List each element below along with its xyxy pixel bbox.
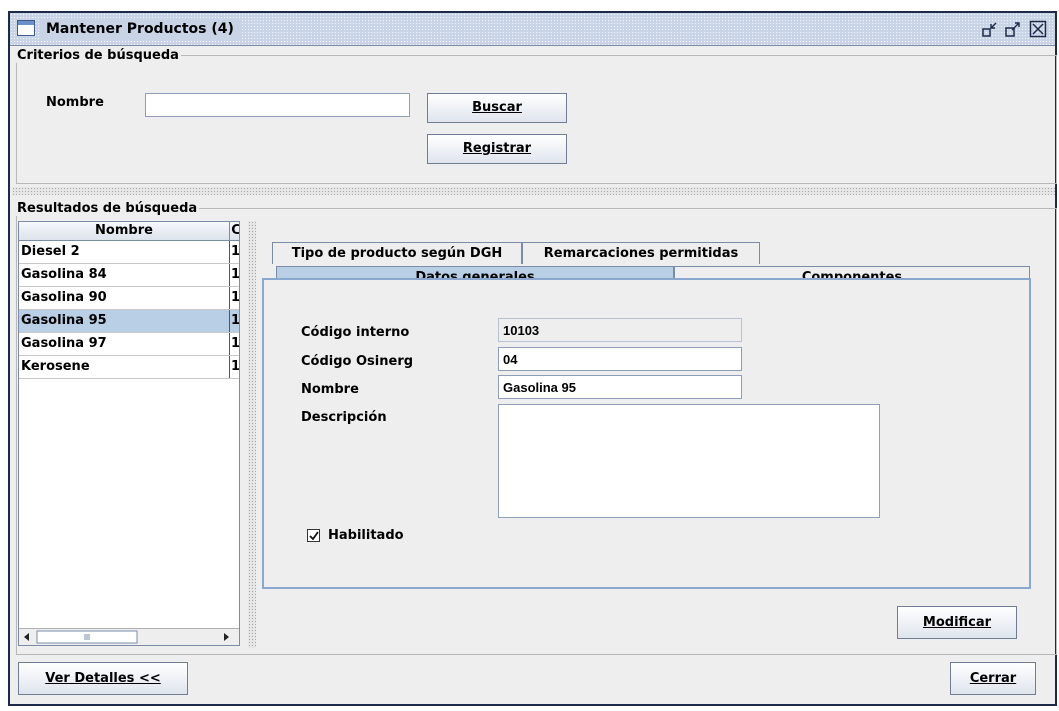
cell-c: 1: [231, 267, 239, 282]
cell-nombre: Kerosene: [21, 359, 90, 374]
maximize-icon[interactable]: [1004, 20, 1022, 38]
descripcion-textarea[interactable]: [498, 404, 880, 518]
scroll-right-arrow[interactable]: [224, 633, 229, 641]
habilitado-checkbox[interactable]: [307, 529, 320, 542]
scrollbar-graphic: [24, 630, 229, 644]
search-results-legend: Resultados de búsqueda: [17, 201, 198, 216]
codigo-osinerg-field[interactable]: [498, 347, 742, 371]
results-table-header: Nombre C: [19, 222, 239, 241]
table-row[interactable]: Kerosene 1: [19, 356, 239, 379]
table-row[interactable]: Gasolina 84 1: [19, 264, 239, 287]
window-title: Mantener Productos (4): [40, 19, 240, 39]
codigo-interno-field: [498, 318, 742, 342]
results-rows: Diesel 21Gasolina 841Gasolina 901Gasolin…: [19, 241, 239, 379]
cell-c: 1: [231, 359, 239, 374]
cerrar-button[interactable]: Cerrar: [950, 662, 1036, 695]
search-name-label: Nombre: [46, 95, 104, 110]
register-button[interactable]: Registrar: [427, 134, 567, 164]
tab-remarcaciones[interactable]: Remarcaciones permitidas: [522, 242, 760, 264]
restore-down-icon[interactable]: [981, 20, 999, 38]
results-table[interactable]: Nombre C Diesel 21Gasolina 841Gasolina 9…: [18, 221, 240, 646]
scroll-left-arrow[interactable]: [24, 633, 29, 641]
nombre-field[interactable]: [498, 375, 742, 399]
column-header-c[interactable]: C: [230, 222, 239, 240]
title-bar[interactable]: Mantener Productos (4): [10, 13, 1055, 46]
cell-c: 1: [231, 336, 239, 351]
descripcion-label: Descripción: [301, 410, 387, 425]
table-row[interactable]: Gasolina 97 1: [19, 333, 239, 356]
checkmark-icon: [309, 531, 319, 541]
vertical-splitter[interactable]: [248, 221, 256, 648]
window-icon: [17, 20, 35, 36]
cell-c: 1: [231, 244, 239, 259]
table-row[interactable]: Diesel 2 1: [19, 241, 239, 264]
search-button[interactable]: Buscar: [427, 93, 567, 123]
cell-nombre: Diesel 2: [21, 244, 80, 259]
cell-c: 1: [231, 290, 239, 305]
modificar-button[interactable]: Modificar: [897, 606, 1017, 639]
close-icon[interactable]: [1029, 20, 1047, 38]
table-row[interactable]: Gasolina 95 1: [19, 310, 239, 333]
horizontal-splitter[interactable]: [12, 187, 1055, 195]
codigo-interno-label: Código interno: [301, 325, 410, 340]
cell-nombre: Gasolina 97: [21, 336, 107, 351]
horizontal-scrollbar[interactable]: [19, 628, 239, 645]
cell-nombre: Gasolina 84: [21, 267, 107, 282]
cell-c: 1: [231, 313, 239, 328]
codigo-osinerg-label: Código Osinerg: [301, 354, 414, 369]
habilitado-label[interactable]: Habilitado: [328, 528, 404, 543]
search-name-input[interactable]: [145, 93, 410, 117]
tab-tipo-producto[interactable]: Tipo de producto según DGH: [272, 242, 522, 264]
cell-nombre: Gasolina 90: [21, 290, 107, 305]
table-row[interactable]: Gasolina 90 1: [19, 287, 239, 310]
column-header-nombre[interactable]: Nombre: [19, 222, 230, 240]
search-criteria-legend: Criterios de búsqueda: [17, 48, 179, 63]
nombre-label: Nombre: [301, 382, 359, 397]
ver-detalles-button[interactable]: Ver Detalles <<: [18, 662, 188, 695]
cell-nombre: Gasolina 95: [21, 313, 107, 328]
